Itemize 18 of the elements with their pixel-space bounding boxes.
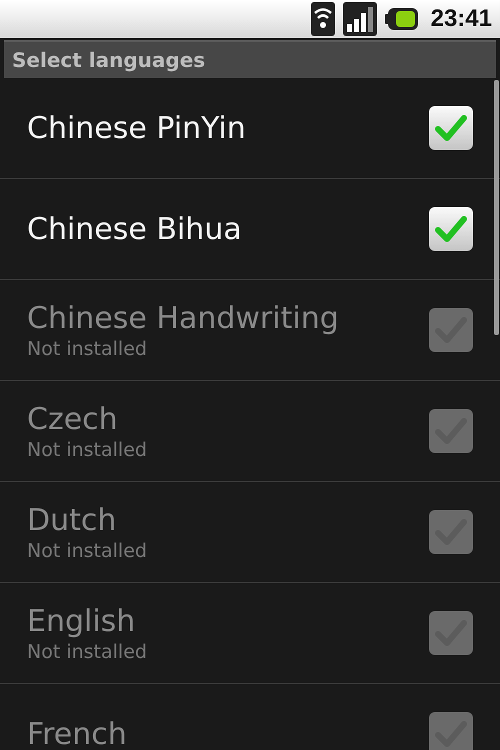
install-status: Not installed bbox=[27, 640, 147, 662]
battery-icon bbox=[384, 7, 419, 31]
language-name: Chinese PinYin bbox=[27, 110, 246, 146]
clock-time: 23:41 bbox=[430, 5, 492, 33]
wifi-icon bbox=[310, 2, 335, 36]
install-status: Not installed bbox=[27, 540, 147, 562]
install-status: Not installed bbox=[27, 338, 148, 360]
dialog-title: Select languages bbox=[12, 48, 206, 72]
install-status: Not installed bbox=[27, 438, 147, 460]
language-name: French bbox=[27, 716, 127, 750]
language-name: Chinese Bihua bbox=[27, 212, 242, 246]
checkbox[interactable] bbox=[428, 105, 474, 151]
language-name: Dutch bbox=[27, 502, 118, 538]
language-name: Chinese Handwriting bbox=[27, 300, 339, 336]
language-name: English bbox=[27, 604, 136, 638]
language-name: Czech bbox=[27, 402, 119, 436]
signal-icon bbox=[342, 2, 377, 36]
checkbox[interactable] bbox=[428, 206, 474, 252]
